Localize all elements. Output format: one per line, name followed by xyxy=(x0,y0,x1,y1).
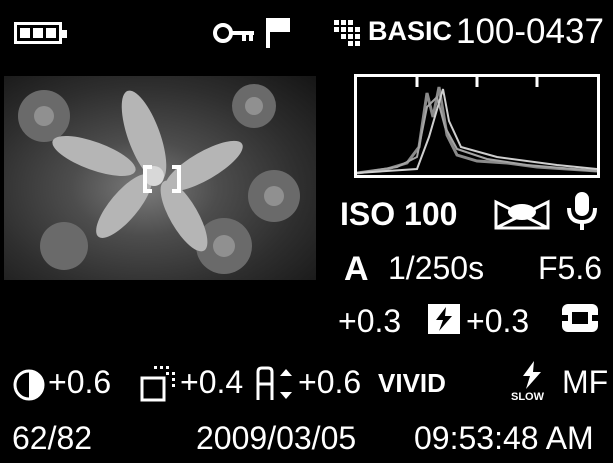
aperture-value: F5.6 xyxy=(538,250,603,286)
histogram-graph xyxy=(356,77,598,175)
flag-icon xyxy=(266,18,290,48)
shutter-speed: 1/250s xyxy=(388,250,485,286)
sharpness-value: +0.4 xyxy=(180,364,244,400)
contrast-icon xyxy=(13,369,45,401)
flash-compensation: +0.3 xyxy=(466,303,530,339)
key-icon xyxy=(213,23,254,43)
battery-full-icon xyxy=(14,22,67,44)
image-quality-grid-icon xyxy=(334,20,360,46)
saturation-value: +0.6 xyxy=(298,364,362,400)
exposure-mode: A xyxy=(344,250,369,288)
frame-counter: 62/82 xyxy=(12,420,93,456)
microphone-icon xyxy=(567,192,597,230)
flash-compensation-icon xyxy=(428,304,460,334)
iso-value: ISO 100 xyxy=(340,196,458,232)
histogram xyxy=(354,74,600,178)
quality-label: BASIC xyxy=(368,16,453,46)
capture-date: 2009/03/05 xyxy=(196,420,357,456)
focus-mode: MF xyxy=(562,364,609,400)
contrast-value: +0.6 xyxy=(48,364,112,400)
saturation-icon xyxy=(256,366,292,400)
metering-mode-icon xyxy=(494,199,550,230)
af-frame-bracket-icon xyxy=(143,165,181,193)
sharpness-icon xyxy=(140,366,175,402)
exposure-compensation: +0.3 xyxy=(338,303,402,339)
camera-playback-screen: BASIC 100-0437 ISO 100 A 1/250s F5.6 +0.… xyxy=(0,0,613,463)
image-thumbnail[interactable] xyxy=(4,76,316,280)
image-stabilizer-icon xyxy=(562,304,598,332)
flash-slow-sync-icon xyxy=(523,361,541,389)
flash-mode-label: SLOW xyxy=(511,391,544,403)
capture-time: 09:53:48 AM xyxy=(414,420,594,456)
file-number: 100-0437 xyxy=(456,12,604,51)
color-mode: VIVID xyxy=(378,368,446,398)
